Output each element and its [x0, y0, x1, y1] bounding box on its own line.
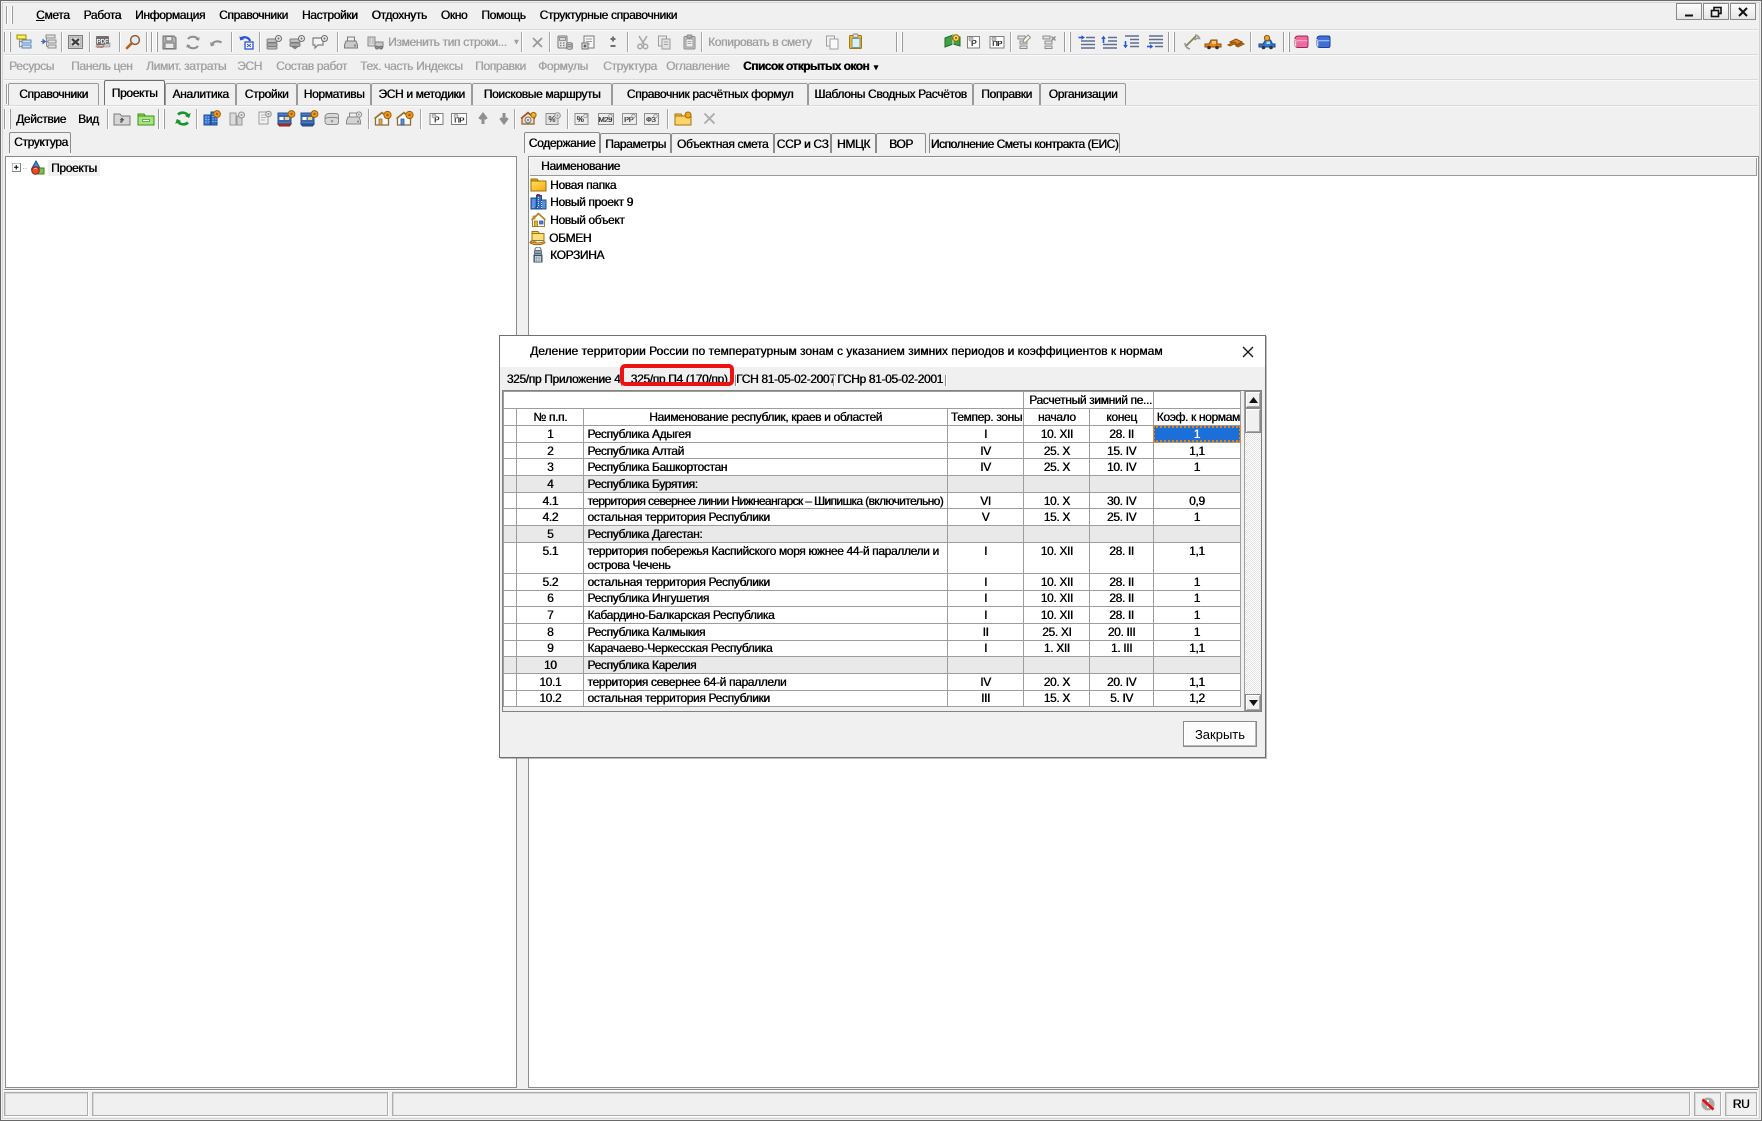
svg-text:%: %	[577, 115, 584, 124]
svg-text:%: %	[548, 115, 555, 124]
